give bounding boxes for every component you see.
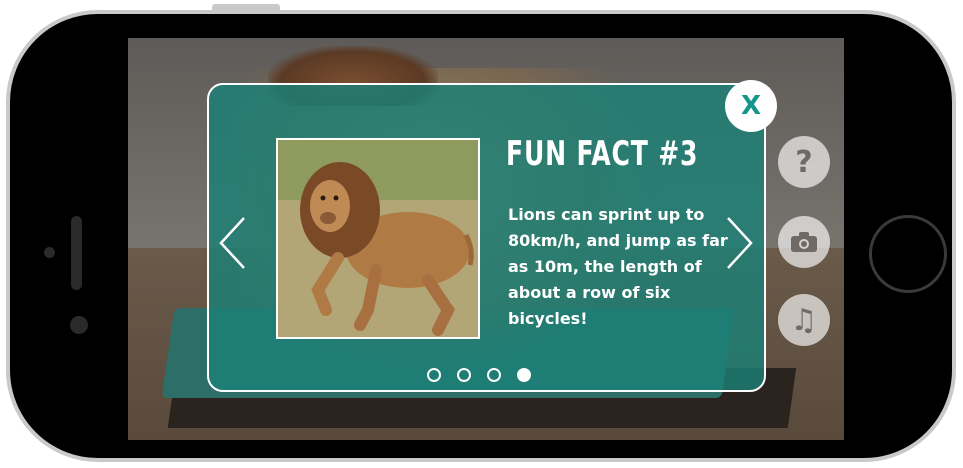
close-button[interactable]: X [725,80,777,132]
pagination-dot-active[interactable] [517,368,531,382]
phone-speaker [71,216,82,290]
fun-fact-title: FUN FACT #3 [506,134,699,174]
help-icon[interactable]: ? [778,136,830,188]
phone-camera [44,247,55,258]
previous-arrow-icon[interactable] [218,216,248,270]
pagination-dot[interactable] [457,368,471,382]
camera-glyph [791,232,817,252]
phone-power-button[interactable] [212,4,280,11]
ar-camera-view: ? ♫ FUN FACT #3 Lions can sprint up to 8… [128,38,844,440]
music-icon[interactable]: ♫ [778,294,830,346]
phone-sensor [70,316,88,334]
pagination-dots [427,365,547,385]
fun-fact-body: Lions can sprint up to 80km/h, and jump … [508,205,728,328]
next-arrow-icon[interactable] [724,216,754,270]
pagination-dot[interactable] [487,368,501,382]
lion-photo [276,138,480,339]
lion-illustration [278,140,478,337]
home-button[interactable] [869,215,947,293]
pagination-dot[interactable] [427,368,441,382]
camera-icon[interactable] [778,216,830,268]
